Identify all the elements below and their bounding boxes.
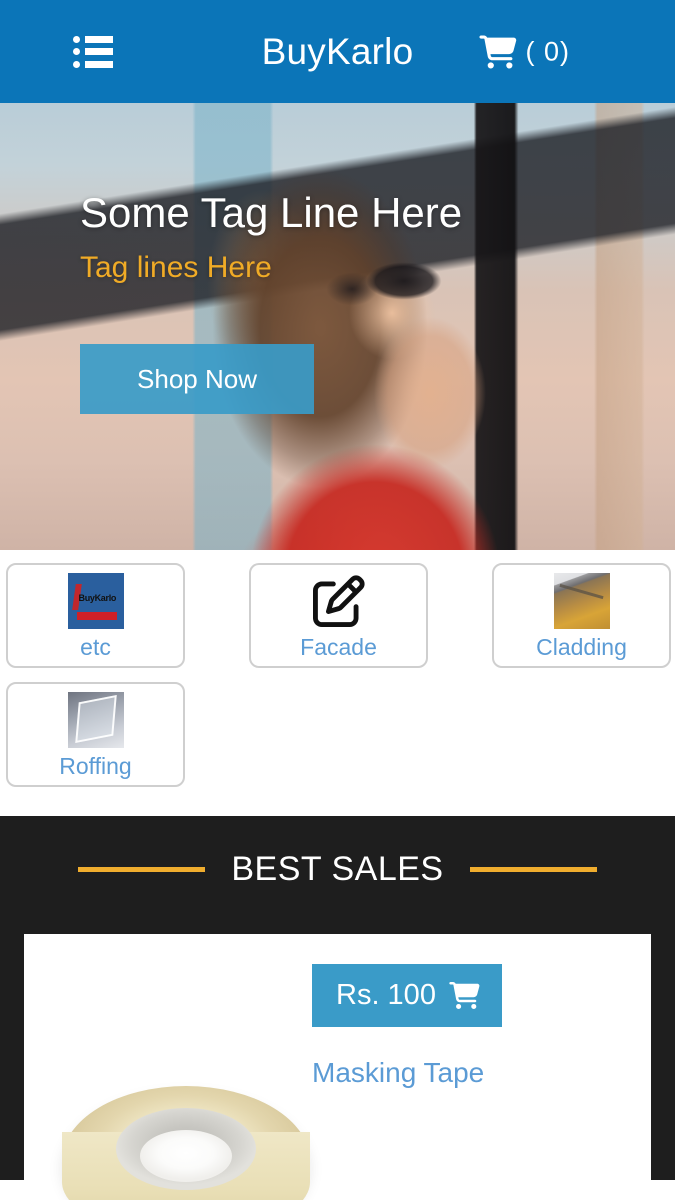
hero-text-block: Some Tag Line Here Tag lines Here: [80, 189, 462, 285]
category-card-cladding[interactable]: Cladding: [492, 563, 671, 668]
best-sales-title: BEST SALES: [231, 850, 444, 888]
category-card-roffing[interactable]: Roffing: [6, 682, 185, 787]
category-thumbnail: BuyKarlo: [67, 572, 125, 630]
hero-headline: Some Tag Line Here: [80, 189, 463, 236]
category-card-facade[interactable]: Facade: [249, 563, 428, 668]
hero-banner: Some Tag Line Here Tag lines Here Shop N…: [0, 103, 675, 550]
heading-rule-left: [78, 867, 206, 872]
category-grid: BuyKarlo etc Facade Cladding Roffing: [0, 550, 675, 787]
product-price-label: Rs. 100: [336, 979, 436, 1011]
product-info: Rs. 100 Masking Tape: [312, 964, 502, 1089]
cart-count-label: ( 0): [525, 36, 570, 66]
masking-tape-roll-graphic: [62, 1086, 310, 1200]
best-sales-section: BEST SALES Rs. 100 Masking Tape: [0, 816, 675, 1200]
brand-title[interactable]: BuyKarlo: [0, 0, 675, 103]
hero-subline: Tag lines Here: [80, 251, 272, 285]
product-image-masking-tape: [24, 1030, 344, 1200]
pen-to-square-icon: [312, 575, 365, 627]
category-label: Roffing: [59, 753, 132, 779]
category-row: BuyKarlo etc Facade Cladding: [0, 563, 675, 668]
roof-eave-photo-thumbnail-icon: [553, 573, 610, 629]
cart-button[interactable]: ( 0): [478, 35, 571, 68]
category-thumbnail: [67, 691, 125, 749]
category-card-etc[interactable]: BuyKarlo etc: [6, 563, 185, 668]
hero-background-photo: [0, 103, 675, 550]
best-sales-heading-row: BEST SALES: [0, 850, 675, 889]
add-to-cart-price-button[interactable]: Rs. 100: [312, 964, 502, 1027]
heading-rule-right: [469, 867, 597, 872]
shop-now-button[interactable]: Shop Now: [80, 344, 314, 414]
shopping-cart-icon: [449, 982, 480, 1009]
logo-text: BuyKarlo: [78, 593, 117, 603]
category-label: Facade: [300, 634, 377, 660]
app-header: BuyKarlo ( 0): [0, 0, 675, 103]
tape-center-hole: [140, 1130, 232, 1182]
buykarlo-logo-thumbnail-icon: BuyKarlo: [67, 573, 124, 629]
shopping-cart-icon: [478, 35, 516, 68]
category-thumbnail: [310, 572, 368, 630]
category-label: etc: [80, 634, 111, 660]
product-name-label[interactable]: Masking Tape: [312, 1057, 502, 1089]
product-card-masking-tape[interactable]: Rs. 100 Masking Tape: [24, 934, 651, 1200]
category-row: Roffing: [0, 682, 675, 787]
category-label: Cladding: [536, 634, 627, 660]
translucent-roof-panel-thumbnail-icon: [67, 692, 124, 748]
logo-bar: [76, 612, 117, 620]
mobile-storefront-page: BuyKarlo ( 0) Some Tag Line Here Tag lin…: [0, 0, 675, 1200]
category-thumbnail: [553, 572, 611, 630]
